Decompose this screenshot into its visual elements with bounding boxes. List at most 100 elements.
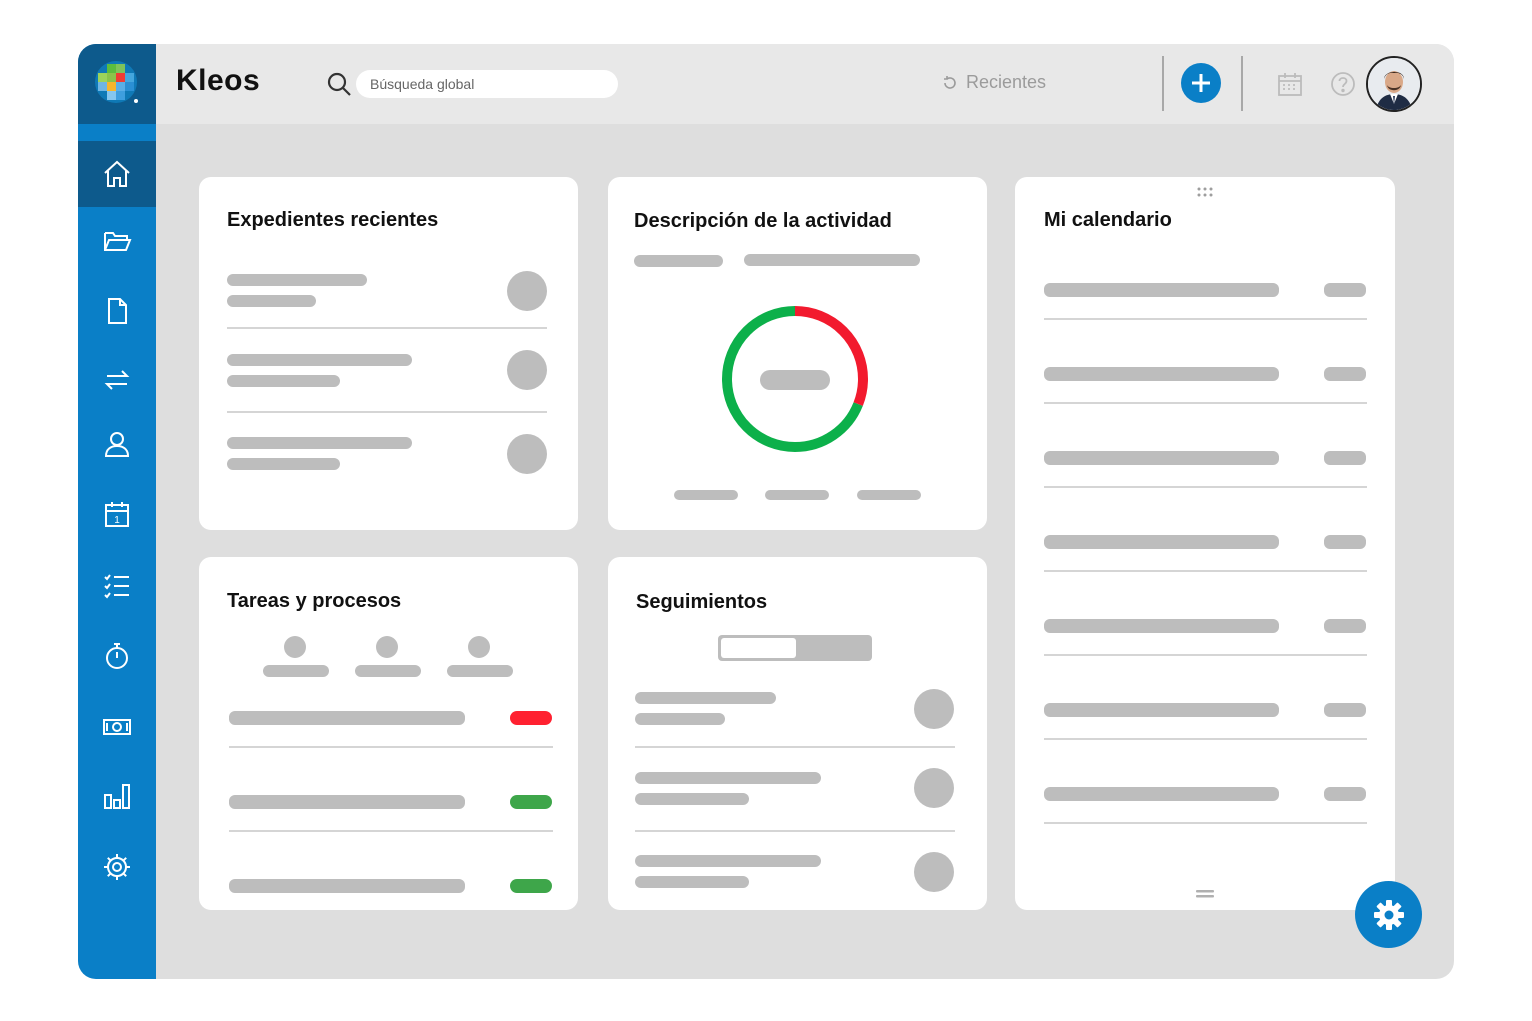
sidebar-item-time[interactable] (78, 623, 156, 689)
status-badge (510, 879, 552, 893)
sidebar-item-reports[interactable] (78, 763, 156, 829)
sidebar-item-calendar[interactable]: 1 (78, 481, 156, 547)
placeholder-time (1324, 703, 1366, 717)
placeholder-line (635, 713, 725, 725)
activity-overview-widget: Descripción de la actividad (608, 177, 987, 530)
divider (229, 746, 553, 748)
my-calendar-widget: Mi calendario (1015, 177, 1395, 910)
status-badge (510, 795, 552, 809)
add-button[interactable] (1181, 63, 1221, 103)
placeholder-line (635, 793, 749, 805)
search-icon[interactable] (326, 71, 352, 97)
sidebar-item-documents[interactable] (78, 278, 156, 344)
divider (1044, 738, 1367, 740)
placeholder-avatar (284, 636, 306, 658)
bar-chart-icon (104, 784, 130, 809)
top-bar: Kleos Recientes (156, 44, 1454, 124)
divider (1241, 56, 1243, 111)
user-avatar[interactable] (1366, 56, 1422, 112)
placeholder-line (744, 254, 920, 266)
divider (635, 746, 955, 748)
divider (635, 830, 955, 832)
sidebar-item-files[interactable] (78, 208, 156, 274)
placeholder-line (227, 295, 316, 307)
placeholder-line (635, 692, 776, 704)
sidebar-item-home[interactable] (78, 141, 156, 207)
calendar-icon: 1 (105, 502, 129, 527)
legend-placeholder (765, 490, 829, 500)
divider (1162, 56, 1164, 111)
sidebar-item-billing[interactable] (78, 694, 156, 760)
followups-widget: Seguimientos (608, 557, 987, 910)
folder-icon (104, 232, 132, 251)
user-photo (1368, 58, 1420, 110)
placeholder-time (1324, 619, 1366, 633)
divider (1044, 318, 1367, 320)
placeholder-line (1044, 703, 1279, 717)
placeholder-line (355, 665, 421, 677)
gear-icon (1373, 899, 1404, 930)
placeholder-avatar (507, 434, 547, 474)
placeholder-line (1044, 283, 1279, 297)
donut-center-placeholder (760, 370, 830, 390)
sidebar-item-contacts[interactable] (78, 411, 156, 477)
placeholder-line (227, 274, 367, 286)
money-icon (103, 719, 131, 735)
dashboard-settings-button[interactable] (1355, 881, 1422, 948)
placeholder-line (1044, 535, 1279, 549)
placeholder-line (635, 772, 821, 784)
divider (227, 327, 547, 329)
app-logo[interactable] (78, 44, 156, 124)
plus-icon (1192, 74, 1210, 92)
placeholder-line (227, 458, 340, 470)
widget-title: Tareas y procesos (227, 590, 402, 612)
settings-gear-icon (104, 854, 130, 880)
placeholder-line (229, 795, 465, 809)
activity-donut-chart[interactable] (720, 304, 870, 454)
placeholder-line (1044, 367, 1279, 381)
drag-handle-icon[interactable] (1197, 187, 1213, 197)
placeholder-avatar (507, 350, 547, 390)
divider (1044, 402, 1367, 404)
legend-placeholder (674, 490, 738, 500)
divider (1044, 570, 1367, 572)
segmented-toggle[interactable] (718, 635, 872, 661)
recent-label: Recientes (966, 72, 1047, 92)
resize-handle-icon[interactable] (1196, 890, 1214, 898)
recent-files-widget: Expedientes recientes (199, 177, 578, 530)
sidebar-item-settings[interactable] (78, 834, 156, 900)
status-badge (510, 711, 552, 725)
placeholder-line (263, 665, 329, 677)
sidebar-item-tasks[interactable] (78, 553, 156, 619)
divider (1044, 654, 1367, 656)
placeholder-line (227, 375, 340, 387)
widget-title: Descripción de la actividad (634, 210, 892, 232)
placeholder-avatar (376, 636, 398, 658)
legend-placeholder (857, 490, 921, 500)
app-title: Kleos (176, 64, 261, 97)
placeholder-line (229, 711, 465, 725)
sidebar-item-transfers[interactable] (78, 347, 156, 413)
placeholder-line (227, 437, 412, 449)
placeholder-line (1044, 451, 1279, 465)
sidebar: 1 (78, 44, 156, 979)
widget-title: Seguimientos (636, 591, 768, 613)
placeholder-line (634, 255, 723, 267)
tasks-processes-widget: Tareas y procesos (199, 557, 578, 910)
placeholder-time (1324, 367, 1366, 381)
placeholder-avatar (914, 852, 954, 892)
toggle-option-active[interactable] (721, 638, 796, 658)
placeholder-time (1324, 535, 1366, 549)
document-icon (108, 298, 127, 324)
recent-button[interactable]: Recientes (942, 72, 1046, 93)
placeholder-line (635, 855, 821, 867)
placeholder-avatar (914, 689, 954, 729)
app-window: 1 Kleos Recientes (78, 44, 1454, 979)
placeholder-time (1324, 451, 1366, 465)
placeholder-line (1044, 787, 1279, 801)
calendar-icon[interactable] (1276, 70, 1304, 98)
placeholder-avatar (914, 768, 954, 808)
home-icon (104, 160, 130, 187)
global-search-input[interactable] (356, 70, 618, 98)
help-icon[interactable] (1329, 70, 1357, 98)
